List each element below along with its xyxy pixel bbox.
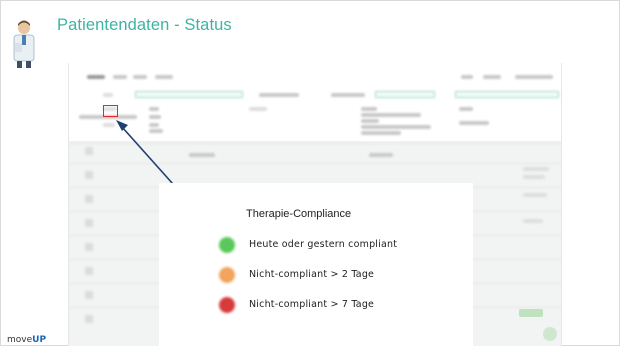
green-status-dot-icon [219, 237, 235, 253]
legend-item-compliant: Heute oder gestern compliant [219, 235, 459, 255]
brand-logo: moveUP [7, 335, 47, 345]
legend-item-7-days: Nicht-compliant > 7 Tage [219, 295, 459, 315]
compliance-legend: Therapie-Compliance Heute oder gestern c… [159, 183, 473, 346]
legend-label: Heute oder gestern compliant [249, 239, 398, 250]
orange-status-dot-icon [219, 267, 235, 283]
red-status-dot-icon [219, 297, 235, 313]
legend-title: Therapie-Compliance [246, 208, 352, 220]
add-circle-button[interactable] [543, 327, 557, 341]
green-action-button[interactable] [519, 309, 543, 317]
legend-item-2-days: Nicht-compliant > 2 Tage [219, 265, 459, 285]
doctor-avatar-icon [9, 19, 39, 69]
slide-title: Patientendaten - Status [57, 16, 232, 34]
legend-label: Nicht-compliant > 7 Tage [249, 299, 375, 310]
legend-label: Nicht-compliant > 2 Tage [249, 269, 375, 280]
presentation-slide: Patientendaten - Status Therapie-Complia… [0, 0, 620, 346]
status-highlight-box [103, 105, 118, 117]
